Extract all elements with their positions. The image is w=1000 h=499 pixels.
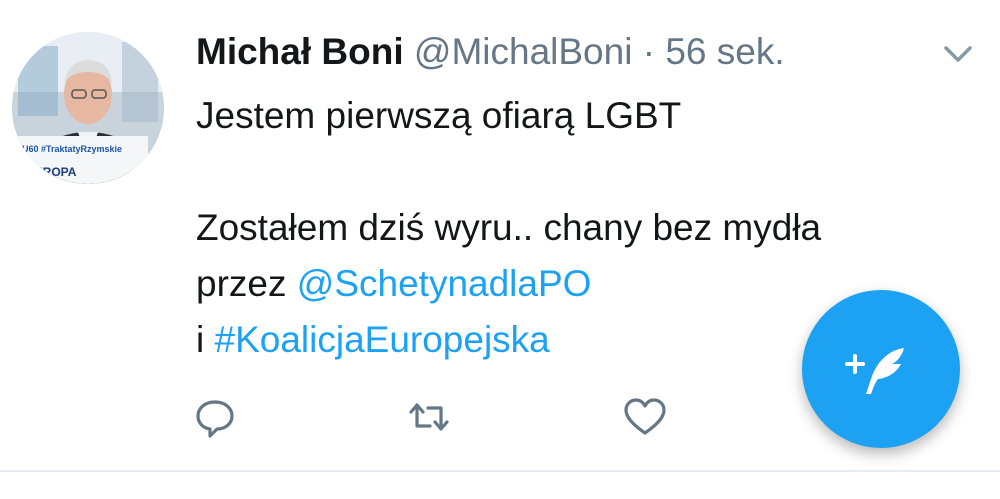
compose-tweet-button[interactable] bbox=[802, 290, 960, 448]
like-button[interactable] bbox=[620, 392, 670, 442]
avatar-photo: EU60 #TraktatyRzymskie EUROPA bbox=[12, 32, 164, 184]
author-name[interactable]: Michał Boni bbox=[196, 31, 404, 72]
author-handle[interactable]: @MichalBoni bbox=[414, 31, 633, 72]
tweet-line: Zostałem dziś wyru.. chany bez mydła bbox=[196, 207, 822, 248]
reply-button[interactable] bbox=[190, 392, 240, 442]
retweet-icon bbox=[409, 403, 449, 431]
separator-dot: · bbox=[642, 31, 656, 72]
chevron-down-icon bbox=[944, 46, 972, 62]
reply-icon bbox=[196, 400, 234, 438]
timestamp[interactable]: 56 sek. bbox=[665, 31, 784, 72]
tweet-line: i #KoalicjaEuropejska bbox=[196, 312, 821, 368]
tweet-card[interactable]: EU60 #TraktatyRzymskie EUROPA Michał Bon… bbox=[0, 0, 1000, 499]
avatar[interactable]: EU60 #TraktatyRzymskie EUROPA bbox=[12, 32, 164, 184]
tweet-line: Jestem pierwszą ofiarą LGBT bbox=[196, 95, 682, 136]
compose-feather-icon bbox=[845, 348, 904, 394]
avatar-sign-line2: EUROPA bbox=[26, 165, 77, 179]
tweet-header: Michał Boni @MichalBoni · 56 sek. bbox=[196, 30, 785, 74]
retweet-button[interactable] bbox=[404, 392, 454, 442]
divider bbox=[0, 470, 1000, 472]
tweet-text: Jestem pierwszą ofiarą LGBT Zostałem dzi… bbox=[196, 88, 821, 368]
heart-icon bbox=[624, 398, 666, 435]
more-options-button[interactable] bbox=[936, 36, 980, 72]
tweet-line-prefix: przez bbox=[196, 263, 297, 304]
tweet-actions bbox=[190, 392, 690, 442]
avatar-sign-line1: EU60 #TraktatyRzymskie bbox=[16, 144, 122, 154]
tweet-line-prefix: i bbox=[196, 319, 215, 360]
hashtag-link[interactable]: #KoalicjaEuropejska bbox=[215, 319, 550, 360]
tweet-line: przez @SchetynadlaPO bbox=[196, 256, 821, 312]
mention-link[interactable]: @SchetynadlaPO bbox=[297, 263, 592, 304]
